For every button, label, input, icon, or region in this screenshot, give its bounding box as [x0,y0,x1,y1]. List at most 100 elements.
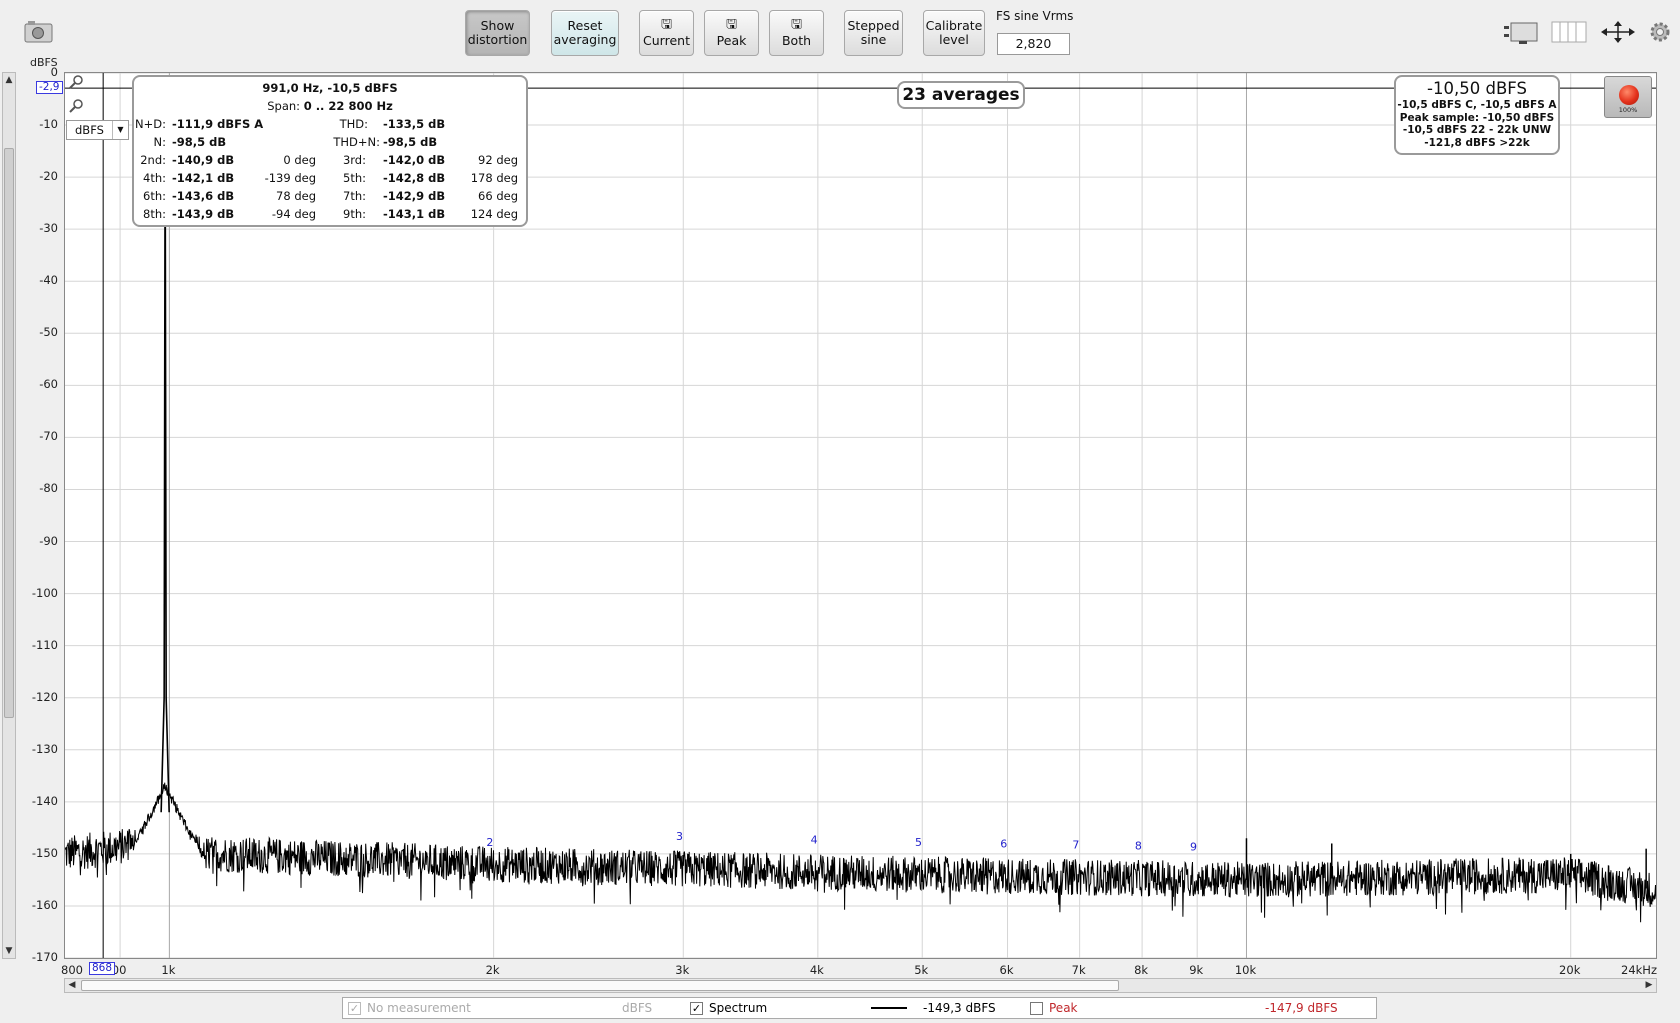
fs-sine-input[interactable]: 2,820 [997,33,1070,55]
y-tick-label: -20 [39,169,58,184]
scroll-left-arrow[interactable]: ◀ [65,979,79,992]
harmonic-phase: 92 deg [478,153,518,167]
thd-label: THD: [339,117,368,131]
harmonic-value: -143,6 dB [172,189,235,203]
fit-axes-icon[interactable] [1600,20,1636,49]
no-measurement-label: No measurement [367,1001,471,1015]
calibrate-level-button[interactable]: Calibrate level [923,10,985,56]
y-tick-label: -50 [39,325,58,340]
save-current-button[interactable]: 🖫 Current [639,10,694,56]
harmonic-marker-label: 4 [811,833,818,846]
y-tick-label: -150 [31,845,58,860]
scroll-right-arrow[interactable]: ▶ [1642,979,1656,992]
y-tick-label: -40 [39,273,58,288]
record-icon [1619,85,1639,105]
harmonic-value: -142,1 dB [172,171,235,185]
save-peak-button[interactable]: 🖫 Peak [704,10,759,56]
harmonic-label: 4th: [143,171,166,185]
harmonic-label: 9th: [343,207,366,221]
y-tick-label: -90 [39,533,58,548]
x-tick-label: 1k [161,963,176,977]
chevron-down-icon: ▼ [112,121,128,139]
nd-value: -111,9 dBFS A [172,117,264,131]
record-button[interactable]: 100% [1604,76,1652,118]
level-panel: -10,50 dBFS -10,5 dBFS C, -10,5 dBFS A P… [1394,75,1560,155]
level-line-3: -10,5 dBFS 22 - 22k UNW [1402,124,1552,136]
thdn-label: THD+N: [333,135,380,149]
harmonic-marker-label: 9 [1190,840,1197,853]
n-value: -98,5 dB [172,135,227,149]
harmonic-label: 6th: [143,189,166,203]
harmonic-phase: -139 deg [264,171,316,185]
harmonic-label: 7th: [343,189,366,203]
x-tick-label: 6k [999,963,1014,977]
spectrum-value: -149,3 dBFS [923,1001,996,1015]
columns-icon[interactable] [1551,20,1587,49]
zoom-in-icon[interactable] [69,75,85,92]
y-tick-label: -160 [31,897,58,912]
horizontal-scroll-thumb[interactable] [81,980,1119,991]
no-measurement-checkbox[interactable]: ✓ [348,1002,361,1015]
thdn-value: -98,5 dB [383,135,438,149]
fundamental-peak [160,127,170,813]
spectrum-trace [64,782,1657,923]
unit-select[interactable]: dBFS ▼ [66,120,129,140]
rew-rta-window: Show distortion Reset averaging 🖫 Curren… [0,0,1680,1023]
harmonic-value: -143,9 dB [172,207,235,221]
peak-checkbox[interactable] [1030,1002,1043,1015]
y-tick-label: -130 [31,741,58,756]
harmonic-marker-label: 6 [1000,837,1007,850]
y-tick-label: -80 [39,481,58,496]
reset-averaging-button[interactable]: Reset averaging [551,10,619,56]
y-tick-label: -140 [31,793,58,808]
x-tick-label: 20k [1559,963,1581,977]
y-tick-label: -60 [39,377,58,392]
save-peak-label: Peak [716,33,747,48]
save-both-button[interactable]: 🖫 Both [769,10,824,56]
save-current-label: Current [643,33,690,48]
show-distortion-button[interactable]: Show distortion [465,10,530,56]
legend-bar: ✓ No measurement dBFS ✓ Spectrum -149,3 … [342,997,1377,1019]
span-value: 0 .. 22 800 Hz [303,99,393,113]
y-tick-label: -10 [39,117,58,132]
save-icon: 🖫 [660,17,673,32]
vertical-scrollbar[interactable]: ▲ ▼ [2,72,16,959]
x-tick-label: 5k [914,963,929,977]
span-label: Span: [267,99,301,113]
show-distortion-label: Show distortion [467,18,528,47]
spectrum-label: Spectrum [709,1001,768,1015]
calibrate-level-label: Calibrate level [925,18,983,47]
harmonic-marker-label: 8 [1135,840,1142,853]
x-tick-label: 8k [1134,963,1149,977]
harmonic-phase: 78 deg [276,189,316,203]
horizontal-scrollbar[interactable]: ◀ ▶ [64,978,1657,993]
distortion-panel: 991,0 Hz, -10,5 dBFS Span: 0 .. 22 800 H… [132,75,528,227]
camera-icon[interactable] [24,20,54,49]
y-tick-label: -100 [31,585,58,600]
x-tick-label: 24kHz [1621,963,1657,977]
n-label: N: [153,135,166,149]
harmonic-marker-label: 7 [1072,839,1079,852]
harmonic-phase: 124 deg [470,207,518,221]
nd-label: N+D: [135,117,166,131]
harmonic-marker-label: 2 [486,836,493,849]
no-measurement-unit: dBFS [622,1001,653,1015]
harmonic-phase: 66 deg [478,189,518,203]
save-both-label: Both [781,33,812,48]
graph-layout-icon[interactable] [1503,20,1541,49]
harmonic-value: -140,9 dB [172,153,235,167]
x-tick-label: 4k [809,963,824,977]
distortion-header: 991,0 Hz, -10,5 dBFS [262,81,398,95]
level-line-1: -10,5 dBFS C, -10,5 dBFS A [1397,99,1557,111]
harmonic-phase: -94 deg [271,207,316,221]
y-tick-label: -30 [39,221,58,236]
span-row: Span: 0 .. 22 800 Hz [134,99,526,113]
gear-icon[interactable] [1648,20,1672,49]
stepped-sine-button[interactable]: Stepped sine [844,10,903,56]
level-line-2: Peak sample: -10,50 dBFS [1399,111,1555,124]
reset-averaging-label: Reset averaging [553,18,617,47]
zoom-out-icon[interactable] [69,99,85,116]
x-tick-label: 800 [61,963,83,977]
spectrum-checkbox[interactable]: ✓ [690,1002,703,1015]
x-tick-label: 7k [1071,963,1086,977]
